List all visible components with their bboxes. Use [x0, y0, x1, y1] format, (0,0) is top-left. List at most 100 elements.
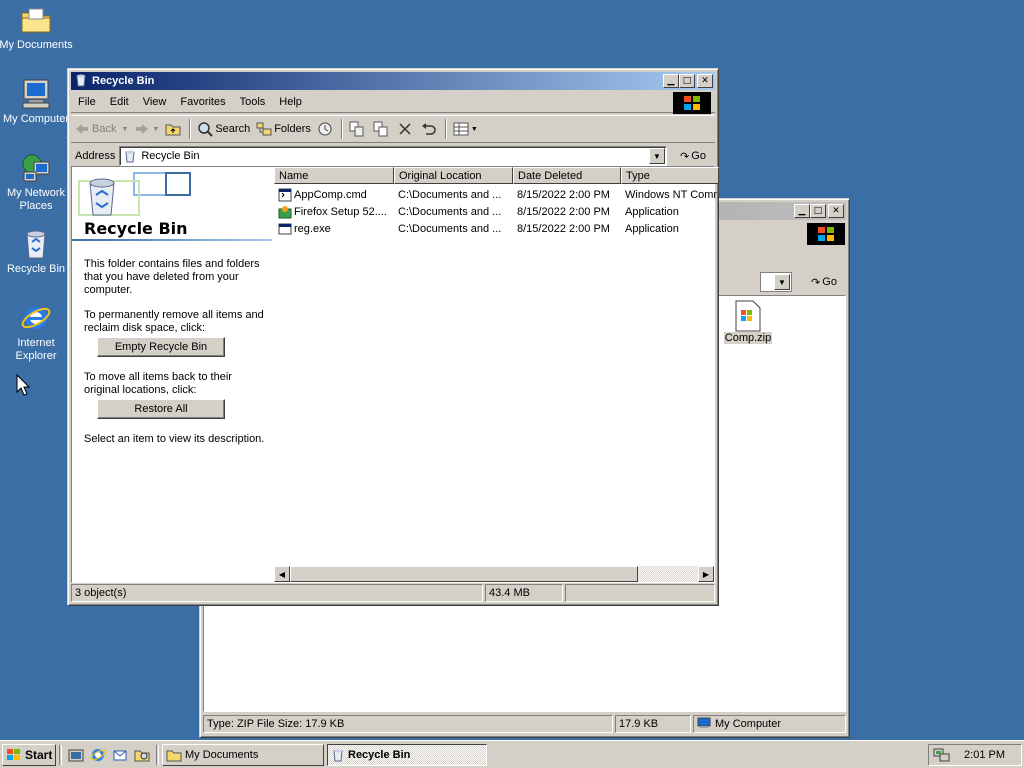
menu-edit[interactable]: Edit [103, 96, 136, 108]
up-folder-button[interactable] [162, 118, 186, 140]
recycle-bin-icon [123, 149, 137, 163]
folder-icon [166, 748, 182, 762]
move-to-button[interactable] [346, 118, 370, 140]
recycle-bin-banner-icon [74, 169, 194, 222]
desktop-icon-network-places[interactable]: My Network Places [0, 152, 76, 213]
background-address-drop[interactable]: ▼ [760, 272, 792, 292]
history-button[interactable] [314, 118, 338, 140]
horizontal-scrollbar[interactable]: ◀ ▶ [274, 566, 714, 582]
maximize-button[interactable]: □ [810, 204, 826, 218]
menu-favorites[interactable]: Favorites [173, 96, 232, 108]
folder-icon [20, 4, 52, 36]
menu-view[interactable]: View [136, 96, 174, 108]
forward-arrow-icon [134, 121, 150, 137]
views-button[interactable]: ▼ [450, 118, 481, 140]
scroll-thumb[interactable] [290, 566, 638, 582]
close-button[interactable]: ✕ [828, 204, 844, 218]
computer-icon [20, 78, 52, 110]
back-button[interactable]: Back ▼ [71, 118, 131, 140]
desktop-icon-internet-explorer[interactable]: Internet Explorer [0, 302, 76, 363]
list-item[interactable]: Firefox Setup 52.... C:\Documents and ..… [274, 203, 717, 220]
recycle-bin-icon [331, 748, 345, 762]
menu-file[interactable]: File [71, 96, 103, 108]
pane-restore-text: To move all items back to their original… [84, 371, 232, 396]
undo-icon [421, 121, 437, 137]
go-button[interactable]: ↷ Go [671, 146, 715, 166]
minimize-button[interactable]: ▁ [794, 204, 810, 218]
back-arrow-icon [74, 121, 90, 137]
network-icon [20, 152, 52, 184]
chevron-down-icon: ▼ [470, 125, 478, 133]
zip-file-label: Comp.zip [723, 332, 773, 344]
folders-icon [256, 121, 272, 137]
zip-file-icon [734, 300, 762, 332]
windows-logo-icon [807, 223, 845, 245]
column-header-type[interactable]: Type [621, 167, 719, 184]
desktop-icon-recycle-bin[interactable]: Recycle Bin [0, 228, 76, 276]
clock[interactable]: 2:01 PM [964, 749, 1005, 761]
list-header: Name Original Location Date Deleted Type [274, 167, 719, 184]
scroll-right-button[interactable]: ▶ [698, 566, 714, 582]
move-to-icon [349, 121, 365, 137]
list-item[interactable]: AppComp.cmd C:\Documents and ... 8/15/20… [274, 186, 717, 203]
taskbar: Start My Documents Recycle Bin 2:01 PM [0, 740, 1024, 768]
outlook-express-icon[interactable] [111, 746, 129, 764]
go-button[interactable]: ↷ Go [802, 272, 846, 292]
recycle-bin-window[interactable]: Recycle Bin ▁ □ ✕ File Edit View Favorit… [67, 68, 719, 606]
copy-to-button[interactable] [370, 118, 394, 140]
show-desktop-icon[interactable] [67, 746, 85, 764]
restore-all-button[interactable]: Restore All [97, 399, 225, 419]
folders-button[interactable]: Folders [253, 118, 314, 140]
forward-button[interactable]: ▼ [131, 118, 162, 140]
empty-recycle-bin-button[interactable]: Empty Recycle Bin [97, 337, 225, 357]
copy-to-icon [373, 121, 389, 137]
address-value: Recycle Bin [141, 150, 200, 162]
column-header-name[interactable]: Name [274, 167, 394, 184]
statusbar: 3 object(s) 43.4 MB [71, 584, 715, 604]
address-dropdown-button[interactable]: ▼ [649, 148, 665, 164]
column-header-date-deleted[interactable]: Date Deleted [513, 167, 621, 184]
start-button[interactable]: Start [2, 743, 56, 766]
search-icon [197, 121, 214, 137]
address-label: Address [75, 150, 116, 162]
network-tray-icon[interactable] [933, 747, 951, 763]
exe-icon [278, 222, 292, 236]
pane-empty-text: To permanently remove all items and recl… [84, 309, 264, 334]
desktop-icon-my-computer[interactable]: My Computer [0, 78, 76, 126]
desktop-icon-label: Internet Explorer [15, 337, 57, 362]
menu-help[interactable]: Help [272, 96, 309, 108]
scroll-left-button[interactable]: ◀ [274, 566, 290, 582]
desktop-icon-my-documents[interactable]: My Documents [0, 4, 76, 52]
recycle-bin-icon [20, 228, 52, 260]
chevron-down-icon: ▼ [152, 125, 160, 133]
search-button[interactable]: Search [194, 118, 253, 140]
minimize-button[interactable]: ▁ [663, 74, 679, 88]
taskbar-button-recycle-bin[interactable]: Recycle Bin [327, 743, 487, 766]
file-list-view: Name Original Location Date Deleted Type… [274, 167, 719, 582]
windows-logo-icon [6, 748, 22, 762]
address-input[interactable]: Recycle Bin ▼ [119, 146, 667, 166]
maximize-button[interactable]: □ [679, 74, 695, 88]
undo-button[interactable] [418, 118, 442, 140]
views-icon [453, 121, 469, 137]
go-arrow-icon: ↷ [680, 150, 690, 163]
menu-tools[interactable]: Tools [233, 96, 273, 108]
delete-button[interactable] [394, 118, 418, 140]
column-header-original-location[interactable]: Original Location [394, 167, 513, 184]
chevron-down-icon: ▼ [121, 125, 129, 133]
ie-icon[interactable] [89, 746, 107, 764]
taskbar-button-my-documents[interactable]: My Documents [162, 743, 324, 766]
recycle-bin-titlebar[interactable]: Recycle Bin [71, 72, 715, 90]
installer-icon [278, 205, 292, 219]
address-dropdown-button[interactable]: ▼ [774, 274, 790, 290]
system-tray: 2:01 PM [928, 744, 1022, 766]
status-size: 17.9 KB [615, 715, 691, 733]
close-button[interactable]: ✕ [697, 74, 713, 88]
delete-x-icon [397, 121, 413, 137]
zip-file-item[interactable]: Comp.zip [718, 300, 778, 344]
desktop-icon-label: My Network Places [6, 187, 66, 212]
cmd-file-icon [278, 188, 292, 202]
ie-icon [20, 302, 52, 334]
explorer-icon[interactable] [133, 746, 151, 764]
list-item[interactable]: reg.exe C:\Documents and ... 8/15/2022 2… [274, 220, 717, 237]
